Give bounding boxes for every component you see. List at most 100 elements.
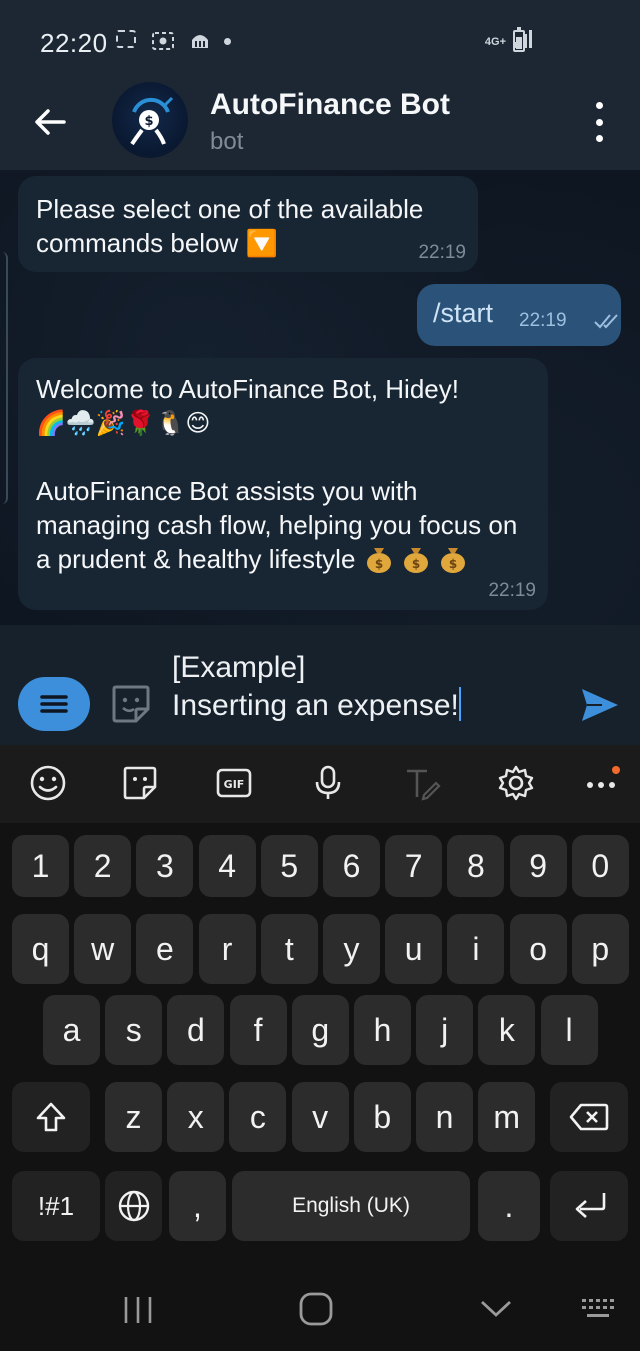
sticker-icon [123, 766, 157, 800]
key-w[interactable]: w [74, 914, 132, 984]
key-o[interactable]: o [509, 914, 567, 984]
message-composer: [Example] Inserting an expense! [0, 625, 640, 745]
key-7[interactable]: 7 [385, 835, 443, 897]
key-6[interactable]: 6 [323, 835, 380, 897]
text-style-button[interactable] [402, 763, 442, 803]
message-bubble[interactable]: Welcome to AutoFinance Bot, Hidey! 🌈🌧️🎉🌹… [18, 358, 548, 610]
money-bag-icon: $ [439, 544, 467, 574]
key-g[interactable]: g [291, 995, 349, 1065]
language-key[interactable] [105, 1171, 162, 1241]
key-u[interactable]: u [385, 914, 443, 984]
key-e[interactable]: e [136, 914, 194, 984]
key-h[interactable]: h [354, 995, 411, 1065]
backspace-key[interactable] [550, 1082, 628, 1152]
svg-text:$: $ [144, 114, 153, 129]
key-i[interactable]: i [447, 914, 505, 984]
message-text: Please select one of the available comma… [36, 194, 424, 258]
recent-apps-icon[interactable] [120, 1295, 156, 1325]
backspace-icon [569, 1103, 609, 1131]
message-time: 22:19 [519, 310, 567, 331]
key-1[interactable]: 1 [12, 835, 69, 897]
key-b[interactable]: b [353, 1082, 411, 1152]
key-n[interactable]: n [416, 1082, 473, 1152]
notification-dot-icon [224, 30, 246, 52]
key-k[interactable]: k [478, 995, 536, 1065]
send-button[interactable] [578, 683, 622, 727]
space-key[interactable]: English (UK) [232, 1171, 470, 1241]
keyboard-toolbar: GIF [0, 745, 640, 823]
message-input[interactable]: [Example] Inserting an expense! [172, 649, 461, 725]
svg-text:$: $ [412, 557, 420, 571]
enter-icon [575, 1193, 606, 1218]
key-v[interactable]: v [291, 1082, 349, 1152]
enter-key[interactable] [550, 1171, 628, 1241]
key-t[interactable]: t [260, 914, 318, 984]
battery-icon [513, 27, 525, 52]
globe-icon [118, 1190, 149, 1222]
description-text: AutoFinance Bot assists you with managin… [36, 476, 518, 574]
message-time: 22:19 [418, 242, 466, 263]
emoji-row: 🌈🌧️🎉🌹🐧😊 [36, 410, 211, 437]
period-key[interactable]: . [478, 1171, 540, 1241]
gif-icon: GIF [216, 768, 252, 798]
chat-messages[interactable]: Please select one of the available comma… [0, 170, 640, 625]
message-bubble-outgoing[interactable]: /start 22:19 [417, 284, 621, 346]
text-caret [458, 687, 461, 721]
keyboard-settings-button[interactable] [496, 763, 536, 803]
key-s[interactable]: s [105, 995, 163, 1065]
key-p[interactable]: p [571, 914, 629, 984]
shift-key[interactable] [12, 1082, 90, 1152]
sticker-icon [112, 685, 150, 723]
chat-title: AutoFinance Bot [210, 88, 450, 121]
comma-key[interactable]: , [169, 1171, 226, 1241]
microphone-icon [315, 765, 341, 799]
back-arrow-icon [35, 109, 66, 135]
key-2[interactable]: 2 [74, 835, 132, 897]
symbols-key[interactable]: !#1 [12, 1171, 100, 1241]
sticker-button[interactable] [108, 681, 154, 727]
sticker-keyboard-button[interactable] [120, 763, 160, 803]
hide-keyboard-icon[interactable] [478, 1297, 514, 1321]
key-5[interactable]: 5 [260, 835, 318, 897]
key-3[interactable]: 3 [136, 835, 194, 897]
emoji-keyboard-button[interactable] [28, 763, 68, 803]
svg-text:$: $ [374, 557, 382, 571]
key-9[interactable]: 9 [509, 835, 567, 897]
robot-icon [188, 30, 210, 52]
key-q[interactable]: q [12, 914, 69, 984]
key-d[interactable]: d [167, 995, 225, 1065]
key-j[interactable]: j [416, 995, 474, 1065]
key-y[interactable]: y [323, 914, 380, 984]
chat-subtitle: bot [210, 128, 244, 155]
key-a[interactable]: a [43, 995, 100, 1065]
message-time: 22:19 [488, 580, 536, 601]
read-checkmarks-icon [594, 314, 618, 329]
key-4[interactable]: 4 [198, 835, 256, 897]
key-x[interactable]: x [167, 1082, 225, 1152]
more-options-button[interactable] [586, 102, 612, 142]
scrollbar[interactable] [0, 252, 8, 504]
keyboard-switch-icon[interactable] [580, 1297, 616, 1323]
key-f[interactable]: f [229, 995, 287, 1065]
more-tools-button[interactable] [584, 763, 624, 803]
gif-button[interactable]: GIF [214, 763, 254, 803]
bot-avatar[interactable]: $ [112, 82, 188, 158]
chat-header: $ AutoFinance Bot bot [0, 82, 640, 170]
status-notification-icons [116, 30, 246, 52]
key-r[interactable]: r [198, 914, 256, 984]
message-text: /start [433, 298, 494, 328]
voice-input-button[interactable] [308, 763, 348, 803]
navigation-bar [0, 1265, 640, 1351]
bot-menu-button[interactable] [18, 677, 90, 731]
key-z[interactable]: z [105, 1082, 162, 1152]
status-bar: 22:20 4G+ [0, 0, 640, 86]
back-button[interactable] [28, 100, 72, 144]
key-l[interactable]: l [540, 995, 598, 1065]
message-bubble[interactable]: Please select one of the available comma… [18, 176, 478, 272]
key-c[interactable]: c [229, 1082, 287, 1152]
home-icon[interactable] [298, 1291, 334, 1327]
key-0[interactable]: 0 [571, 835, 629, 897]
key-m[interactable]: m [478, 1082, 536, 1152]
network-type: 4G+ [484, 36, 506, 48]
key-8[interactable]: 8 [447, 835, 505, 897]
